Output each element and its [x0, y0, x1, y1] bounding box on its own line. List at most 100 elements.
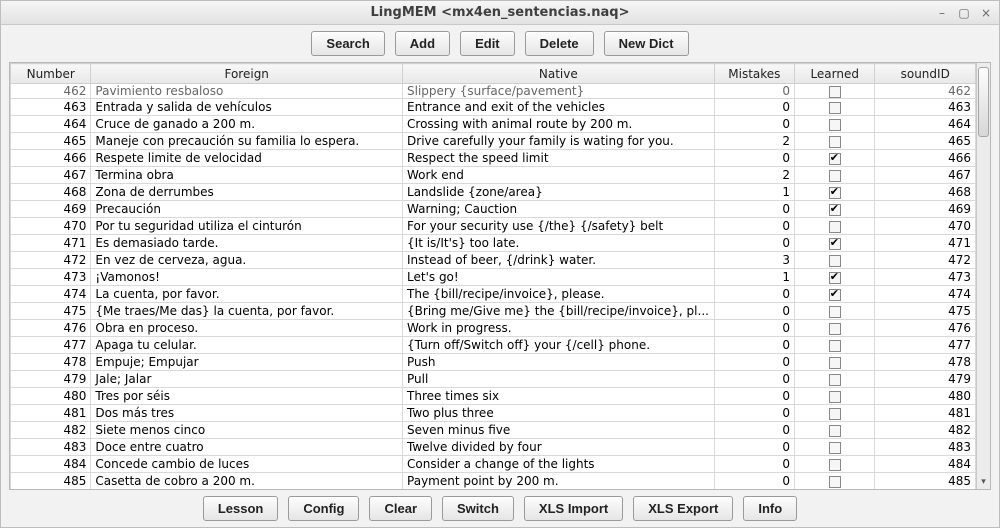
cell-soundid: 482	[875, 422, 976, 439]
cell-learned	[795, 354, 875, 371]
vertical-scrollbar[interactable]: ▾	[976, 63, 990, 489]
table-row[interactable]: 470Por tu seguridad utiliza el cinturónF…	[11, 218, 976, 235]
table-row[interactable]: 477Apaga tu celular.{Turn off/Switch off…	[11, 337, 976, 354]
cell-native: For your security use {/the} {/safety} b…	[403, 218, 715, 235]
table-container: Number Foreign Native Mistakes Learned s…	[9, 62, 991, 490]
cell-learned	[795, 167, 875, 184]
learned-checkbox[interactable]	[829, 442, 841, 454]
learned-checkbox[interactable]	[829, 221, 841, 233]
table-row[interactable]: 482Siete menos cincoSeven minus five0482	[11, 422, 976, 439]
cell-foreign: Apaga tu celular.	[91, 337, 403, 354]
table-row[interactable]: 464Cruce de ganado a 200 m.Crossing with…	[11, 116, 976, 133]
table-row[interactable]: 469PrecauciónWarning; Cauction0469	[11, 201, 976, 218]
cell-mistakes: 0	[714, 84, 794, 99]
table-row[interactable]: 483Doce entre cuatroTwelve divided by fo…	[11, 439, 976, 456]
learned-checkbox[interactable]	[829, 86, 841, 98]
learned-checkbox[interactable]	[829, 170, 841, 182]
cell-foreign: Respete limite de velocidad	[91, 150, 403, 167]
table-row[interactable]: 462Pavimiento resbalosoSlippery {surface…	[11, 84, 976, 99]
col-header-number[interactable]: Number	[11, 64, 91, 84]
table-scroll[interactable]: Number Foreign Native Mistakes Learned s…	[10, 63, 976, 489]
table-row[interactable]: 485Casetta de cobro a 200 m.Payment poin…	[11, 473, 976, 490]
learned-checkbox[interactable]	[829, 374, 841, 386]
cell-mistakes: 0	[714, 286, 794, 303]
table-row[interactable]: 480Tres por séisThree times six0480	[11, 388, 976, 405]
learned-checkbox[interactable]	[829, 306, 841, 318]
col-header-mistakes[interactable]: Mistakes	[714, 64, 794, 84]
table-row[interactable]: 472En vez de cerveza, agua.Instead of be…	[11, 252, 976, 269]
learned-checkbox[interactable]	[829, 425, 841, 437]
cell-number: 478	[11, 354, 91, 371]
edit-button[interactable]: Edit	[460, 31, 515, 56]
learned-checkbox[interactable]	[829, 476, 841, 488]
learned-checkbox[interactable]	[829, 357, 841, 369]
cell-mistakes: 0	[714, 388, 794, 405]
table-row[interactable]: 463Entrada y salida de vehículosEntrance…	[11, 99, 976, 116]
clear-button[interactable]: Clear	[369, 496, 432, 521]
table-row[interactable]: 481Dos más tresTwo plus three0481	[11, 405, 976, 422]
col-header-learned[interactable]: Learned	[795, 64, 875, 84]
table-row[interactable]: 475{Me traes/Me das} la cuenta, por favo…	[11, 303, 976, 320]
cell-native: Entrance and exit of the vehicles	[403, 99, 715, 116]
cell-mistakes: 0	[714, 116, 794, 133]
new-dict-button[interactable]: New Dict	[604, 31, 689, 56]
table-row[interactable]: 468Zona de derrumbesLandslide {zone/area…	[11, 184, 976, 201]
table-row[interactable]: 465Maneje con precaución su familia lo e…	[11, 133, 976, 150]
switch-button[interactable]: Switch	[442, 496, 514, 521]
learned-checkbox[interactable]	[829, 391, 841, 403]
delete-button[interactable]: Delete	[525, 31, 594, 56]
cell-soundid: 484	[875, 456, 976, 473]
maximize-icon[interactable]: ▢	[957, 6, 971, 20]
table-row[interactable]: 471Es demasiado tarde.{It is/It's} too l…	[11, 235, 976, 252]
learned-checkbox[interactable]	[829, 102, 841, 114]
search-button[interactable]: Search	[311, 31, 384, 56]
xls-import-button[interactable]: XLS Import	[524, 496, 623, 521]
info-button[interactable]: Info	[743, 496, 797, 521]
learned-checkbox[interactable]	[829, 136, 841, 148]
learned-checkbox[interactable]	[829, 255, 841, 267]
lesson-button[interactable]: Lesson	[203, 496, 279, 521]
cell-native: The {bill/recipe/invoice}, please.	[403, 286, 715, 303]
table-row[interactable]: 484Concede cambio de lucesConsider a cha…	[11, 456, 976, 473]
col-header-soundid[interactable]: soundID	[875, 64, 976, 84]
cell-learned	[795, 116, 875, 133]
col-header-foreign[interactable]: Foreign	[91, 64, 403, 84]
learned-checkbox[interactable]	[829, 323, 841, 335]
add-button[interactable]: Add	[395, 31, 450, 56]
cell-number: 482	[11, 422, 91, 439]
col-header-native[interactable]: Native	[403, 64, 715, 84]
minimize-icon[interactable]: –	[935, 6, 949, 20]
learned-checkbox[interactable]	[829, 289, 841, 301]
close-icon[interactable]: ×	[979, 6, 993, 20]
learned-checkbox[interactable]	[829, 340, 841, 352]
cell-learned	[795, 150, 875, 167]
learned-checkbox[interactable]	[829, 187, 841, 199]
learned-checkbox[interactable]	[829, 204, 841, 216]
vocab-table: Number Foreign Native Mistakes Learned s…	[10, 63, 976, 489]
learned-checkbox[interactable]	[829, 459, 841, 471]
xls-export-button[interactable]: XLS Export	[633, 496, 733, 521]
cell-soundid: 483	[875, 439, 976, 456]
table-row[interactable]: 474La cuenta, por favor.The {bill/recipe…	[11, 286, 976, 303]
table-row[interactable]: 467Termina obraWork end2467	[11, 167, 976, 184]
table-row[interactable]: 466Respete limite de velocidadRespect th…	[11, 150, 976, 167]
learned-checkbox[interactable]	[829, 238, 841, 250]
table-row[interactable]: 478Empuje; EmpujarPush0478	[11, 354, 976, 371]
learned-checkbox[interactable]	[829, 272, 841, 284]
scrollbar-thumb[interactable]	[978, 67, 989, 137]
table-row[interactable]: 473¡Vamonos!Let's go!1473	[11, 269, 976, 286]
cell-soundid: 464	[875, 116, 976, 133]
learned-checkbox[interactable]	[829, 119, 841, 131]
scroll-down-arrow-icon[interactable]: ▾	[977, 475, 990, 489]
cell-foreign: Es demasiado tarde.	[91, 235, 403, 252]
config-button[interactable]: Config	[288, 496, 359, 521]
table-row[interactable]: 479Jale; JalarPull0479	[11, 371, 976, 388]
cell-soundid: 477	[875, 337, 976, 354]
cell-learned	[795, 422, 875, 439]
learned-checkbox[interactable]	[829, 153, 841, 165]
cell-learned	[795, 269, 875, 286]
table-row[interactable]: 476Obra en proceso.Work in progress.0476	[11, 320, 976, 337]
cell-foreign: Empuje; Empujar	[91, 354, 403, 371]
cell-number: 462	[11, 84, 91, 99]
learned-checkbox[interactable]	[829, 408, 841, 420]
